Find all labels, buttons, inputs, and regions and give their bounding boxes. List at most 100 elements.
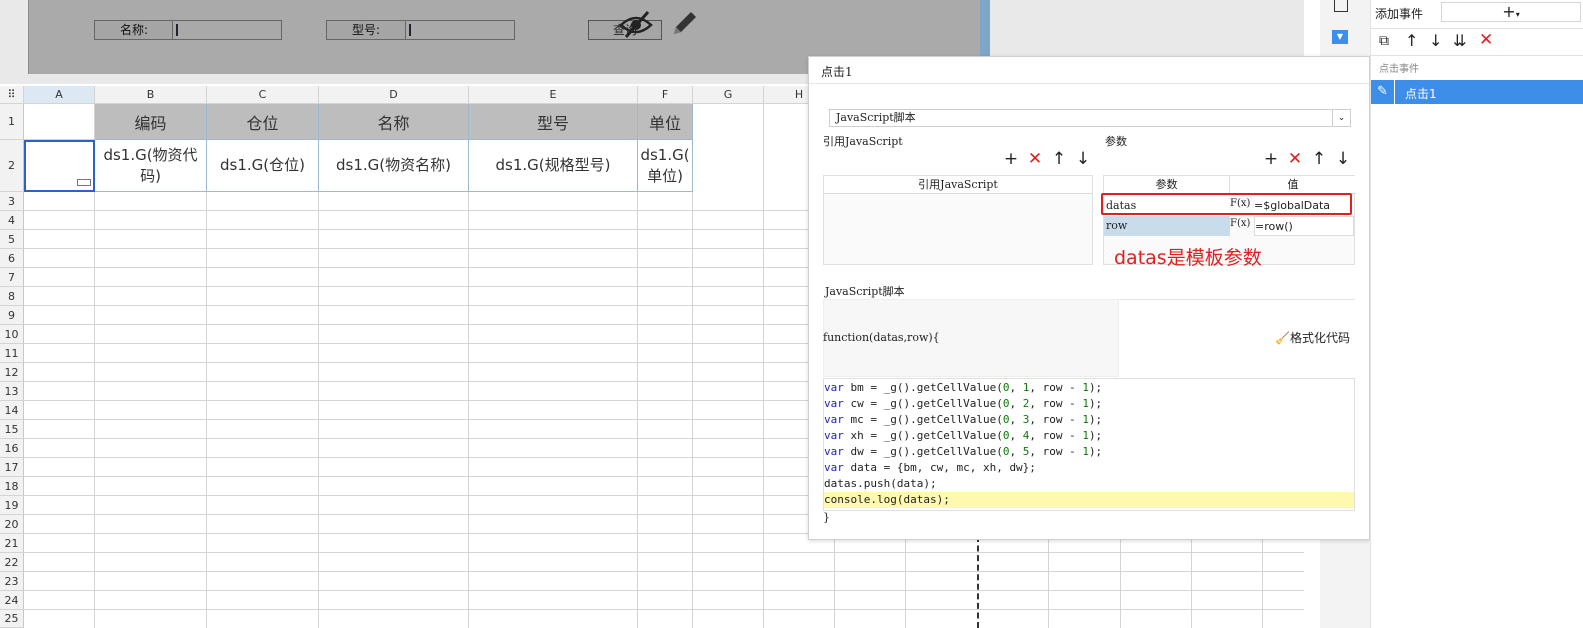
col-header-f[interactable]: F bbox=[638, 86, 693, 104]
grid-col-line bbox=[1191, 536, 1192, 628]
row-header[interactable]: 6 bbox=[0, 249, 24, 268]
annotation-text: datas是模板参数 bbox=[1114, 247, 1262, 269]
dropdown-icon[interactable]: ▼ bbox=[1332, 30, 1348, 44]
code-line: var dw = _g().getCellValue(0, 5, row - 1… bbox=[824, 445, 1103, 458]
params-toolbar: + ✕ ↑ ↓ bbox=[1259, 149, 1355, 169]
formula-icon[interactable]: F(x) bbox=[1230, 216, 1254, 236]
header-cell-code[interactable]: 编码 bbox=[95, 104, 207, 140]
col-header-e[interactable]: E bbox=[469, 86, 638, 104]
grid-corner[interactable]: ⠿ bbox=[0, 86, 24, 104]
function-closing-brace: } bbox=[823, 511, 830, 524]
events-toolbar: ⧉ ↑ ↓ ⇊ ✕ bbox=[1371, 28, 1583, 56]
row-header[interactable]: 4 bbox=[0, 211, 24, 230]
add-event-button[interactable]: +▾ bbox=[1441, 2, 1581, 22]
page-break-line bbox=[977, 536, 979, 628]
row-header[interactable]: 13 bbox=[0, 382, 24, 401]
square-icon[interactable] bbox=[1334, 0, 1348, 12]
header-cell-location[interactable]: 仓位 bbox=[207, 104, 319, 140]
ref-js-table[interactable]: 引用JavaScript bbox=[823, 175, 1093, 265]
row-header[interactable]: 23 bbox=[0, 572, 24, 591]
col-header-g[interactable]: G bbox=[693, 86, 764, 104]
ref-js-toolbar: + ✕ ↑ ↓ bbox=[999, 149, 1095, 169]
data-cell-code[interactable]: ds1.G(物资代 码) bbox=[95, 140, 207, 192]
row-header[interactable]: 14 bbox=[0, 401, 24, 420]
col-header-b[interactable]: B bbox=[95, 86, 207, 104]
code-line: var xh = _g().getCellValue(0, 4, row - 1… bbox=[824, 429, 1103, 442]
ref-js-column-header: 引用JavaScript bbox=[824, 176, 1092, 194]
cell-a2-selected[interactable] bbox=[24, 140, 95, 192]
plus-icon[interactable]: + bbox=[999, 149, 1023, 169]
code-line-current: console.log(datas); bbox=[824, 492, 1354, 508]
move-bottom-icon[interactable]: ⇊ bbox=[1453, 31, 1466, 50]
data-cell-location[interactable]: ds1.G(仓位) bbox=[207, 140, 319, 192]
param-value-cell[interactable]: =row() bbox=[1254, 216, 1354, 236]
params-col-value: 值 bbox=[1230, 176, 1356, 194]
chevron-down-icon[interactable]: ⌄ bbox=[1332, 110, 1350, 126]
code-editor[interactable]: var bm = _g().getCellValue(0, 1, row - 1… bbox=[823, 378, 1355, 511]
arrow-down-icon[interactable]: ↓ bbox=[1331, 149, 1355, 169]
arrow-up-icon[interactable]: ↑ bbox=[1405, 31, 1418, 50]
row-header[interactable]: 16 bbox=[0, 439, 24, 458]
row-header[interactable]: 17 bbox=[0, 458, 24, 477]
events-panel: 添加事件 +▾ ⧉ ↑ ↓ ⇊ ✕ 点击事件 ✎ 点击1 bbox=[1370, 0, 1583, 628]
model-input[interactable] bbox=[405, 20, 515, 40]
copy-icon[interactable]: ⧉ bbox=[1379, 33, 1389, 49]
row-header[interactable]: 19 bbox=[0, 496, 24, 515]
row-header[interactable]: 8 bbox=[0, 287, 24, 306]
row-header[interactable]: 20 bbox=[0, 515, 24, 534]
row-header[interactable]: 18 bbox=[0, 477, 24, 496]
row-header[interactable]: 22 bbox=[0, 553, 24, 572]
row-header[interactable]: 21 bbox=[0, 534, 24, 553]
params-col-name: 参数 bbox=[1104, 176, 1230, 194]
row-header[interactable]: 3 bbox=[0, 192, 24, 211]
close-icon[interactable]: ✕ bbox=[1023, 149, 1047, 169]
header-cell-name[interactable]: 名称 bbox=[319, 104, 469, 140]
row-header[interactable]: 12 bbox=[0, 363, 24, 382]
cell-a1[interactable] bbox=[24, 104, 95, 140]
grid-col-line bbox=[94, 192, 95, 628]
code-line: var cw = _g().getCellValue(0, 2, row - 1… bbox=[824, 397, 1103, 410]
broom-icon: 🧹 bbox=[1275, 331, 1290, 345]
format-code-label: 格式化代码 bbox=[1289, 331, 1350, 345]
data-cell-model[interactable]: ds1.G(规格型号) bbox=[469, 140, 638, 192]
param-name-cell[interactable]: row bbox=[1104, 216, 1230, 236]
data-cell-name[interactable]: ds1.G(物资名称) bbox=[319, 140, 469, 192]
pencil-icon[interactable] bbox=[668, 8, 700, 40]
arrow-down-icon[interactable]: ↓ bbox=[1071, 149, 1095, 169]
delete-icon[interactable]: ✕ bbox=[1479, 30, 1493, 50]
code-line: datas.push(data); bbox=[824, 477, 937, 490]
cell-expand-icon bbox=[77, 179, 91, 186]
script-type-select[interactable]: JavaScript脚本 ⌄ bbox=[829, 109, 1351, 127]
row-header[interactable]: 11 bbox=[0, 344, 24, 363]
close-icon[interactable]: ✕ bbox=[1283, 149, 1307, 169]
row-header[interactable]: 9 bbox=[0, 306, 24, 325]
row-header[interactable]: 25 bbox=[0, 610, 24, 628]
row-header[interactable]: 1 bbox=[0, 104, 24, 140]
name-input[interactable] bbox=[172, 20, 282, 40]
plus-icon[interactable]: + bbox=[1259, 149, 1283, 169]
header-cell-model[interactable]: 型号 bbox=[469, 104, 638, 140]
code-line: var mc = _g().getCellValue(0, 3, row - 1… bbox=[824, 413, 1103, 426]
col-header-c[interactable]: C bbox=[207, 86, 319, 104]
arrow-up-icon[interactable]: ↑ bbox=[1307, 149, 1331, 169]
model-label: 型号: bbox=[326, 20, 406, 40]
row-header[interactable]: 7 bbox=[0, 268, 24, 287]
code-line: var bm = _g().getCellValue(0, 1, row - 1… bbox=[824, 381, 1103, 394]
col-header-a[interactable]: A bbox=[24, 86, 95, 104]
arrow-up-icon[interactable]: ↑ bbox=[1047, 149, 1071, 169]
row-header[interactable]: 2 bbox=[0, 140, 24, 192]
grid-col-line bbox=[206, 192, 207, 628]
grid-col-line bbox=[1048, 536, 1049, 628]
event-item-click1[interactable]: ✎ 点击1 bbox=[1371, 80, 1583, 104]
format-code-button[interactable]: 🧹格式化代码 bbox=[1275, 329, 1350, 346]
data-cell-unit[interactable]: ds1.G( 单位) bbox=[638, 140, 693, 192]
row-header[interactable]: 15 bbox=[0, 420, 24, 439]
row-header[interactable]: 5 bbox=[0, 230, 24, 249]
arrow-down-icon[interactable]: ↓ bbox=[1429, 31, 1442, 50]
row-header[interactable]: 24 bbox=[0, 591, 24, 610]
header-cell-unit[interactable]: 单位 bbox=[638, 104, 693, 140]
add-event-label: 添加事件 bbox=[1375, 7, 1424, 21]
row-header[interactable]: 10 bbox=[0, 325, 24, 344]
col-header-d[interactable]: D bbox=[319, 86, 469, 104]
eye-hidden-icon[interactable] bbox=[618, 8, 654, 40]
